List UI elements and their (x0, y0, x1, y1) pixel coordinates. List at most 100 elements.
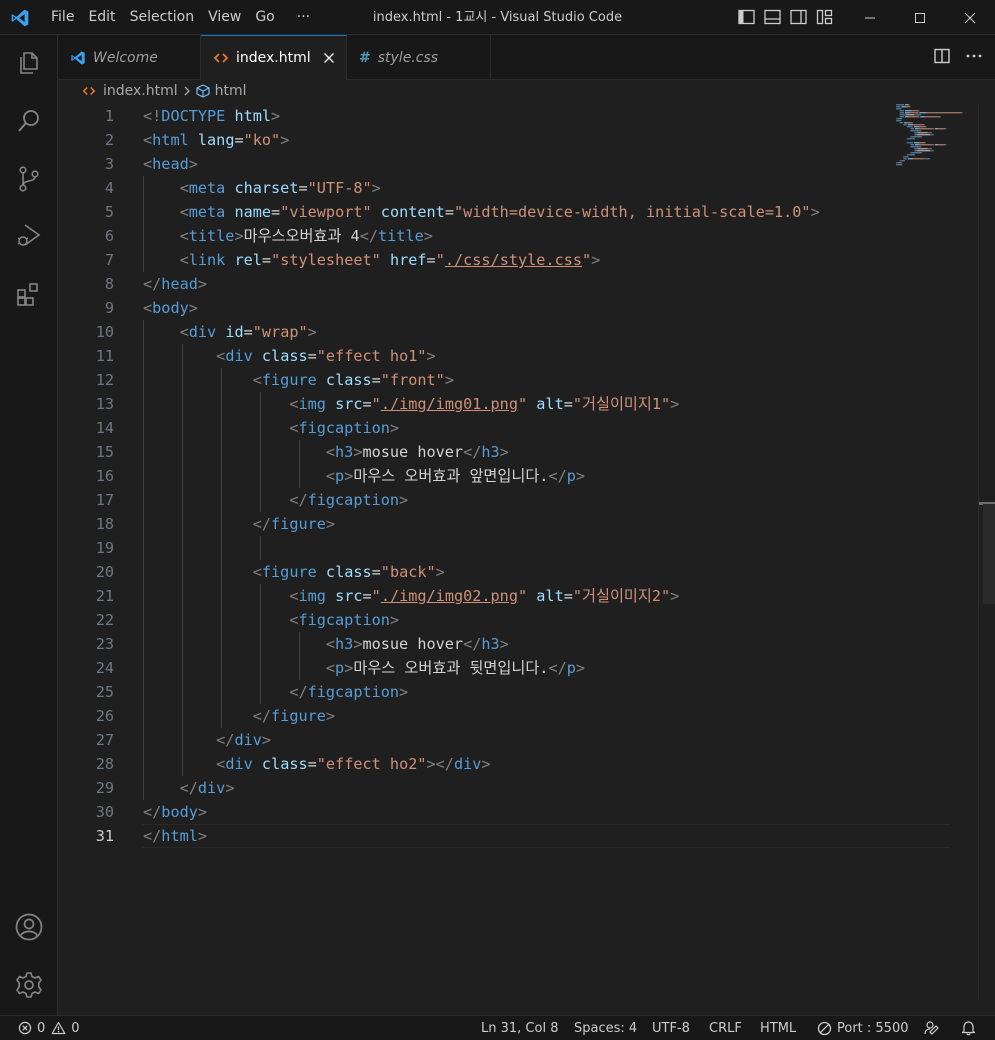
code-text: <div id="wrap"> (179, 323, 317, 341)
code-text: <!DOCTYPE html> (143, 107, 281, 125)
minimap-token (905, 104, 909, 106)
scroll-thumb[interactable] (983, 504, 995, 604)
minimap-token (906, 126, 908, 128)
minimap-token (897, 164, 902, 166)
source-control-icon[interactable] (0, 155, 58, 203)
problems-indicator[interactable]: 0 0 (18, 1016, 80, 1040)
minimap-token (914, 150, 915, 152)
code-text: <h3>mosue hover</h3> (325, 635, 509, 653)
live-server-port[interactable]: Port : 5500 (817, 1016, 909, 1040)
code-text: <img src="./img/img01.png" alt="거실이미지1"> (289, 395, 680, 413)
line-number: 29 (95, 779, 114, 797)
minimap-token (900, 116, 905, 118)
toggle-secondary-sidebar-icon[interactable] (788, 8, 808, 26)
line-number: 12 (95, 371, 114, 389)
minimize-icon[interactable] (845, 0, 895, 35)
minimap[interactable] (896, 104, 968, 184)
minimap-token (913, 124, 924, 126)
minimap-token (939, 116, 941, 118)
minimap-token (914, 142, 919, 144)
code-line: 2 <html lang="ko"> (58, 128, 898, 152)
toggle-primary-sidebar-icon[interactable] (736, 8, 756, 26)
extensions-icon[interactable] (0, 270, 58, 318)
minimap-token (908, 112, 910, 114)
tab-label: index.html (236, 50, 311, 66)
minimap-token (940, 116, 941, 118)
minimap-token (923, 124, 925, 126)
tab-welcome[interactable]: Welcome (58, 35, 201, 80)
close-window-icon[interactable] (945, 0, 995, 35)
minimap-token (929, 148, 932, 150)
code-text: <figcaption> (289, 611, 400, 629)
customize-layout-icon[interactable] (814, 8, 834, 26)
code-text: <meta name="viewport" content="width=dev… (179, 203, 820, 221)
indentation[interactable]: Spaces: 4 (574, 1016, 637, 1040)
minimap-token (914, 148, 915, 150)
menu-view[interactable]: View (201, 0, 248, 35)
line-number: 18 (95, 515, 114, 533)
block-icon (817, 1021, 832, 1035)
minimap-token (913, 158, 924, 160)
minimap-token (901, 118, 903, 120)
code-text: </figure> (252, 707, 336, 725)
breadcrumb-file[interactable]: index.html (103, 83, 178, 99)
minimap-token (934, 144, 938, 146)
minimap-token (920, 130, 922, 132)
explorer-icon[interactable] (0, 39, 58, 87)
maximize-icon[interactable] (895, 0, 945, 35)
close-tab-icon[interactable] (321, 50, 337, 66)
minimap-token (907, 126, 914, 128)
menu-edit[interactable]: Edit (81, 0, 122, 35)
menu-bar: File Edit Selection View Go ··· (44, 0, 317, 35)
run-and-debug-icon[interactable] (0, 211, 58, 259)
minimap-token (938, 128, 946, 130)
tab-index-html[interactable]: index.html (201, 35, 347, 80)
menu-file[interactable]: File (44, 0, 81, 35)
minimap-token (896, 120, 901, 122)
manage-gear-icon[interactable] (0, 961, 58, 1009)
line-number: 26 (95, 707, 114, 725)
code-line: 24 <p>마우스 오버효과 뒷면입니다.</p> (58, 656, 898, 680)
minimap-token (917, 128, 919, 130)
minimap-token (910, 130, 912, 132)
code-text: <title>마우스오버효과 4</title> (179, 227, 433, 245)
minimap-token (909, 112, 919, 114)
minimap-token (919, 112, 926, 114)
cursor-position[interactable]: Ln 31, Col 8 (481, 1016, 558, 1040)
encoding[interactable]: UTF-8 (652, 1016, 690, 1040)
split-editor-icon[interactable] (933, 47, 951, 69)
minimap-token (931, 132, 932, 134)
accounts-icon[interactable] (0, 903, 58, 951)
minimap-token (914, 150, 916, 152)
code-text: </figcaption> (289, 491, 409, 509)
code-editor[interactable]: 1 <!DOCTYPE html> 2 <html lang="ko"> 3 <head>… (58, 104, 995, 1000)
minimap-token (918, 142, 920, 144)
minimap-token (930, 150, 932, 152)
feedback-icon[interactable] (924, 1016, 940, 1040)
symbol-element-icon (195, 83, 211, 99)
minimap-token (914, 138, 915, 140)
menu-go[interactable]: Go (248, 0, 281, 35)
minimap-token (927, 132, 930, 134)
line-number: 14 (95, 419, 114, 437)
line-number: 20 (95, 563, 114, 581)
breadcrumb-symbol[interactable]: html (215, 83, 247, 99)
breadcrumb: index.html html (58, 80, 995, 102)
code-line: 23 <h3>mosue hover</h3> (58, 632, 898, 656)
notifications-bell-icon[interactable] (961, 1016, 976, 1040)
minimap-token (924, 142, 926, 144)
toggle-panel-icon[interactable] (762, 8, 782, 26)
vertical-scrollbar[interactable] (978, 104, 995, 1000)
more-actions-icon[interactable] (965, 47, 983, 69)
minimap-token (931, 148, 932, 150)
line-number: 16 (95, 467, 114, 485)
search-icon[interactable] (0, 97, 58, 145)
language-mode[interactable]: HTML (760, 1016, 796, 1040)
end-of-line[interactable]: CRLF (709, 1016, 742, 1040)
code-text: <p>마우스 오버효과 뒷면입니다.</p> (325, 659, 586, 677)
tab-style-css[interactable]: # style.css (347, 35, 491, 80)
menu-more[interactable]: ··· (290, 0, 317, 35)
code-line: 16 <p>마우스 오버효과 앞면입니다.</p> (58, 464, 898, 488)
menu-selection[interactable]: Selection (123, 0, 202, 35)
code-text: <div class="effect ho2"></div> (216, 755, 491, 773)
